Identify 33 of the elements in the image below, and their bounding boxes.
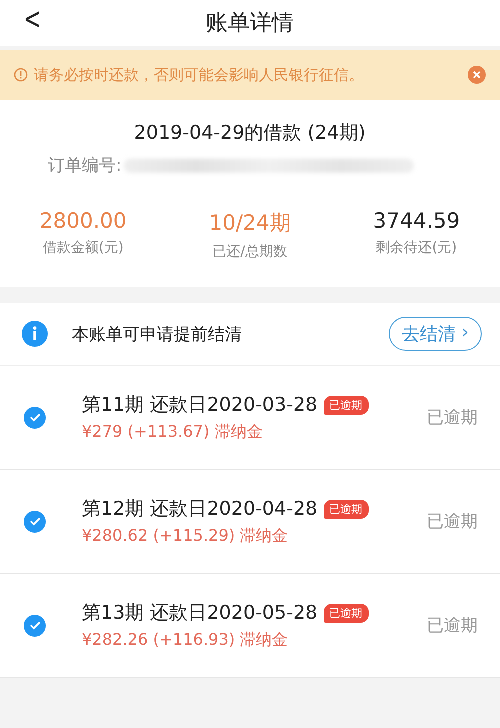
stat-label: 已还/总期数 <box>212 243 288 261</box>
check-icon <box>30 517 40 526</box>
checkbox[interactable] <box>24 406 46 428</box>
stat-value: 3744.59 <box>373 209 460 233</box>
checkbox[interactable] <box>24 510 46 532</box>
status-text: 已逾期 <box>427 407 478 429</box>
stat-value: 10/24期 <box>209 210 291 237</box>
close-icon[interactable] <box>468 66 486 84</box>
check-icon <box>30 621 40 630</box>
installment-title: 第13期 还款日2020-05-28 <box>82 601 318 626</box>
check-icon <box>30 413 40 422</box>
checkbox[interactable] <box>24 614 46 636</box>
alert-text: 请务必按时还款，否则可能会影响人民银行征信。 <box>34 66 365 84</box>
installment-title: 第12期 还款日2020-04-28 <box>82 497 318 522</box>
installment-title: 第11期 还款日2020-03-28 <box>82 393 318 418</box>
overdue-badge: 已逾期 <box>324 604 369 622</box>
info-icon <box>14 68 28 82</box>
loan-title: 2019-04-29的借款 (24期) <box>133 121 367 146</box>
settle-notice: 本账单可申请提前结清 <box>72 324 243 346</box>
amount-due: ¥280.62 (+115.29) 滞纳金 <box>82 526 290 547</box>
stat-label: 剩余待还(元) <box>376 239 458 257</box>
stat-label: 借款金额(元) <box>42 239 124 257</box>
overdue-badge: 已逾期 <box>324 396 369 414</box>
info-icon <box>22 321 48 347</box>
status-text: 已逾期 <box>427 511 478 533</box>
order-number-label: 订单编号: <box>48 155 122 177</box>
page-title: 账单详情 <box>206 10 294 38</box>
amount-due: ¥282.26 (+116.93) 滞纳金 <box>82 630 290 651</box>
back-button[interactable]: < <box>24 2 42 37</box>
overdue-badge: 已逾期 <box>324 500 369 518</box>
status-text: 已逾期 <box>427 615 478 637</box>
stat-value: 2800.00 <box>40 209 127 233</box>
amount-due: ¥279 (+113.67) 滞纳金 <box>82 422 264 443</box>
